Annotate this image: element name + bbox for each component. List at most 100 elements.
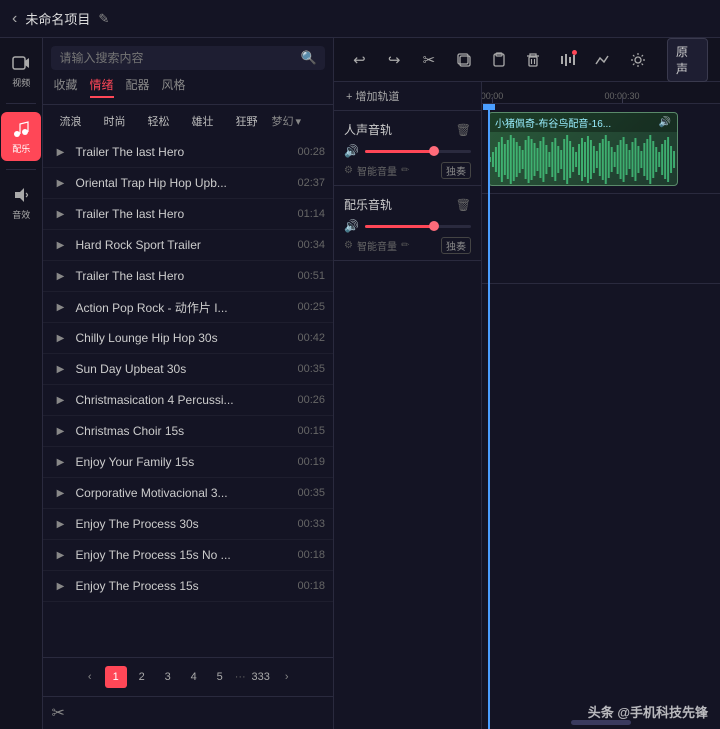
track-item[interactable]: ▶ Trailer The last Hero 00:51	[43, 261, 333, 292]
track-play-button[interactable]: ▶	[51, 391, 69, 409]
redo-button[interactable]: ↪	[381, 46, 408, 74]
track-play-button[interactable]: ▶	[51, 174, 69, 192]
track-play-button[interactable]: ▶	[51, 484, 69, 502]
music-smart-label: 智能音量	[357, 238, 397, 253]
playhead-indicator	[483, 104, 495, 110]
delete-button[interactable]	[520, 46, 547, 74]
music-volume-slider[interactable]	[365, 225, 471, 228]
vocal-smart-edit[interactable]: ✏	[401, 165, 409, 176]
track-duration: 00:34	[297, 239, 325, 251]
sidebar: 视频 配乐 音效	[0, 38, 43, 729]
waveform-svg	[489, 132, 677, 186]
track-item[interactable]: ▶ Christmasication 4 Percussi... 00:26	[43, 385, 333, 416]
track-play-button[interactable]: ▶	[51, 360, 69, 378]
track-play-button[interactable]: ▶	[51, 205, 69, 223]
filter-fashion[interactable]: 时尚	[95, 111, 133, 131]
track-name: Chilly Lounge Hip Hop 30s	[75, 331, 291, 345]
scissors-icon[interactable]: ✂	[51, 703, 64, 723]
track-play-button[interactable]: ▶	[51, 577, 69, 595]
sidebar-divider	[6, 103, 36, 104]
page-4[interactable]: 4	[183, 666, 205, 688]
sidebar-item-video[interactable]: 视频	[1, 46, 41, 95]
track-play-button[interactable]: ▶	[51, 546, 69, 564]
main-layout: 视频 配乐 音效	[0, 38, 720, 729]
track-duration: 00:42	[297, 332, 325, 344]
track-item[interactable]: ▶ Hard Rock Sport Trailer 00:34	[43, 230, 333, 261]
page-2[interactable]: 2	[131, 666, 153, 688]
track-item[interactable]: ▶ Trailer The last Hero 01:14	[43, 199, 333, 230]
cut-button[interactable]: ✂	[416, 46, 443, 74]
track-item[interactable]: ▶ Enjoy The Process 30s 00:33	[43, 509, 333, 540]
clip-vol: 🔊	[659, 117, 671, 128]
page-prev[interactable]: ‹	[79, 666, 101, 688]
add-track-button[interactable]: + 增加轨道	[334, 82, 481, 111]
vocal-track-header: 人声音轨 🗑 🔊 ⚙ 智能音量 ✏ 独奏	[334, 111, 481, 186]
track-play-button[interactable]: ▶	[51, 143, 69, 161]
filter-light[interactable]: 轻松	[139, 111, 177, 131]
track-play-button[interactable]: ▶	[51, 236, 69, 254]
track-duration: 00:35	[297, 363, 325, 375]
vocal-track-delete[interactable]: 🗑	[456, 123, 471, 137]
page-333[interactable]: 333	[250, 666, 272, 688]
track-item[interactable]: ▶ Oriental Trap Hip Hop Upb... 02:37	[43, 168, 333, 199]
vocal-volume-slider[interactable]	[365, 150, 471, 153]
music-icon	[10, 118, 32, 140]
music-solo-button[interactable]: 独奏	[441, 237, 471, 254]
vocal-audio-clip[interactable]: 小猪佩奇-布谷鸟配音-16... 🔊	[488, 112, 678, 186]
settings-button[interactable]	[624, 46, 651, 74]
undo-button[interactable]: ↩	[346, 46, 373, 74]
voice-button[interactable]: 原声	[667, 38, 708, 82]
filter-wild[interactable]: 狂野	[227, 111, 265, 131]
track-item[interactable]: ▶ Enjoy The Process 15s No ... 00:18	[43, 540, 333, 571]
sidebar-item-sfx[interactable]: 音效	[1, 178, 41, 227]
track-duration: 00:18	[297, 580, 325, 592]
track-play-button[interactable]: ▶	[51, 298, 69, 316]
tab-style[interactable]: 风格	[162, 76, 186, 98]
timeline-canvas: 00:00 00:00:30 00:01:00 小猪佩奇-布谷鸟配音-16...	[482, 82, 720, 729]
track-name: Sun Day Upbeat 30s	[75, 362, 291, 376]
edit-title-icon[interactable]: ✎	[98, 11, 109, 27]
music-smart-edit[interactable]: ✏	[401, 240, 409, 251]
page-1[interactable]: 1	[105, 666, 127, 688]
track-name: Enjoy The Process 15s	[75, 579, 291, 593]
track-name: Christmas Choir 15s	[75, 424, 291, 438]
filter-pop[interactable]: 流浪	[51, 111, 89, 131]
tab-favorites[interactable]: 收藏	[53, 76, 77, 98]
paste-button[interactable]	[485, 46, 512, 74]
track-item[interactable]: ▶ Enjoy Your Family 15s 00:19	[43, 447, 333, 478]
track-item[interactable]: ▶ Chilly Lounge Hip Hop 30s 00:42	[43, 323, 333, 354]
track-item[interactable]: ▶ Corporative Motivacional 3... 00:35	[43, 478, 333, 509]
music-track-delete[interactable]: 🗑	[456, 198, 471, 212]
video-icon	[10, 52, 32, 74]
filter-more[interactable]: 梦幻 ▾	[271, 113, 301, 129]
track-play-button[interactable]: ▶	[51, 329, 69, 347]
filter-cute[interactable]: 雄壮	[183, 111, 221, 131]
search-input[interactable]	[59, 51, 294, 65]
project-title: 未命名项目	[25, 9, 90, 28]
clip-title: 小猪佩奇-布谷鸟配音-16...	[495, 115, 611, 130]
track-item[interactable]: ▶ Sun Day Upbeat 30s 00:35	[43, 354, 333, 385]
tab-instrument[interactable]: 配器	[126, 76, 150, 98]
copy-button[interactable]	[450, 46, 477, 74]
page-3[interactable]: 3	[157, 666, 179, 688]
vocal-smart-icon: ⚙	[344, 165, 353, 176]
music-track-lane	[482, 194, 720, 284]
page-next[interactable]: ›	[276, 666, 298, 688]
volume-button[interactable]	[555, 46, 582, 74]
track-item[interactable]: ▶ Trailer The last Hero 00:28	[43, 137, 333, 168]
track-duration: 02:37	[297, 177, 325, 189]
sidebar-item-music[interactable]: 配乐	[1, 112, 41, 161]
chart-button[interactable]	[589, 46, 616, 74]
back-button[interactable]: ‹	[12, 10, 17, 28]
track-item[interactable]: ▶ Action Pop Rock - 动作片 I... 00:25	[43, 292, 333, 323]
vocal-solo-button[interactable]: 独奏	[441, 162, 471, 179]
tab-mood[interactable]: 情绪	[90, 76, 114, 98]
track-play-button[interactable]: ▶	[51, 267, 69, 285]
track-item[interactable]: ▶ Enjoy The Process 15s 00:18	[43, 571, 333, 602]
track-play-button[interactable]: ▶	[51, 422, 69, 440]
track-item[interactable]: ▶ Christmas Choir 15s 00:15	[43, 416, 333, 447]
sidebar-label-music: 配乐	[12, 142, 30, 155]
page-5[interactable]: 5	[209, 666, 231, 688]
track-play-button[interactable]: ▶	[51, 453, 69, 471]
track-play-button[interactable]: ▶	[51, 515, 69, 533]
